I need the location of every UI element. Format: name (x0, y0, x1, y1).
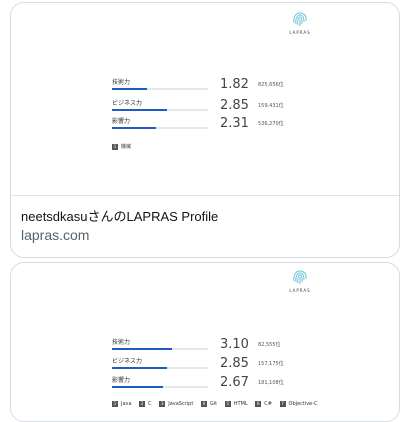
card-caption[interactable]: neetsdkasuさんのLAPRAS Profile lapras.com (21, 208, 391, 244)
logo-wordmark: LAPRAS (289, 30, 311, 35)
metric-bar-track (112, 386, 208, 388)
metric-bar-fill (112, 386, 163, 388)
metric-bar-track (112, 88, 208, 90)
card-domain[interactable]: lapras.com (21, 226, 391, 244)
metric-label: 技術力 (112, 339, 131, 346)
skill-tag: 5 HTML (224, 401, 248, 407)
tag-text: C# (264, 401, 272, 407)
metric-bar-fill (112, 88, 147, 90)
metric-bar-track (112, 109, 208, 111)
lapras-logo: LAPRAS (286, 267, 314, 293)
metric-bar-fill (112, 367, 167, 369)
metric-score: 1.82 (220, 77, 249, 92)
metric-bar-track (112, 348, 208, 350)
skill-tag: 4 Git (200, 401, 218, 407)
metric-rank: 825,656位 (258, 82, 284, 88)
tag-text: HTML (233, 401, 248, 407)
metric-bar-track (112, 367, 208, 369)
metric-bar-track (112, 127, 208, 129)
lapras-logo: LAPRAS (286, 9, 314, 35)
skill-tag: 2C (139, 401, 152, 407)
tag-text: 機械 (121, 144, 132, 150)
metric-label: ビジネス力 (112, 358, 143, 365)
metric-score: 2.85 (220, 356, 249, 371)
skill-tag: 1 Java (112, 401, 132, 407)
card-preview-image[interactable]: LAPRAS 技術力 3.10 82,555位 ビジネス力 2.85 157,1… (11, 263, 399, 421)
link-card-1[interactable]: LAPRAS 技術力 1.82 825,656位 ビジネス力 2.85 159,… (10, 2, 400, 258)
tag-rank: 6 (255, 401, 262, 407)
metric-bar-fill (112, 109, 167, 111)
tag-text: Git (209, 401, 218, 407)
metric-bar-fill (112, 348, 172, 350)
tag-rank: 1 (112, 401, 118, 407)
metric-score: 2.67 (220, 375, 249, 390)
tag-text: Objective-C (288, 401, 318, 407)
metric-rank: 82,555位 (258, 342, 281, 348)
metric-label: ビジネス力 (112, 100, 143, 107)
tag-rank: 3 (159, 401, 166, 407)
tag-rank: 7 (279, 401, 286, 407)
fingerprint-icon (293, 12, 307, 26)
tag-rank: 4 (200, 401, 207, 407)
metric-row-influence: 影響力 2.31 536,270位 (112, 116, 382, 138)
metric-score: 2.85 (220, 98, 249, 113)
tag-rank: 2 (139, 401, 146, 407)
logo-wordmark: LAPRAS (289, 288, 311, 293)
tag-text: C (148, 401, 152, 407)
metric-rank: 157,175位 (258, 361, 284, 367)
skill-tags: 1 機械 (112, 143, 137, 153)
skill-tags: 1 Java 2C 3 JavaScript 4 Git 5 HTML 6 C# 7 Obj… (112, 401, 324, 411)
tag-text: Java (121, 401, 132, 407)
metric-rank: 536,270位 (258, 121, 284, 127)
tag-rank: 5 (224, 401, 231, 407)
card-preview-image[interactable]: LAPRAS 技術力 1.82 825,656位 ビジネス力 2.85 159,… (11, 3, 399, 196)
tag-rank: 1 (112, 143, 118, 150)
link-card-2[interactable]: LAPRAS 技術力 3.10 82,555位 ビジネス力 2.85 157,1… (10, 262, 400, 422)
metric-row-influence: 影響力 2.67 181,108位 (112, 375, 382, 397)
fingerprint-icon (293, 270, 307, 284)
tag-text: JavaScript (168, 401, 194, 407)
metric-rank: 159,431位 (258, 103, 284, 109)
skill-tag: 1 機械 (112, 143, 131, 150)
skill-tag: 6 C# (255, 401, 272, 407)
metric-bar-fill (112, 127, 157, 129)
skill-tag: 7 Objective-C (279, 401, 318, 407)
metric-label: 技術力 (112, 79, 131, 86)
metric-score: 3.10 (220, 337, 249, 352)
card-title[interactable]: neetsdkasuさんのLAPRAS Profile (21, 208, 391, 226)
metric-rank: 181,108位 (258, 380, 284, 386)
skill-tag: 3 JavaScript (159, 401, 193, 407)
metric-score: 2.31 (220, 116, 249, 131)
metric-label: 影響力 (112, 118, 131, 125)
metric-label: 影響力 (112, 377, 131, 384)
metric-row-tech: 技術力 1.82 825,656位 (112, 77, 382, 99)
